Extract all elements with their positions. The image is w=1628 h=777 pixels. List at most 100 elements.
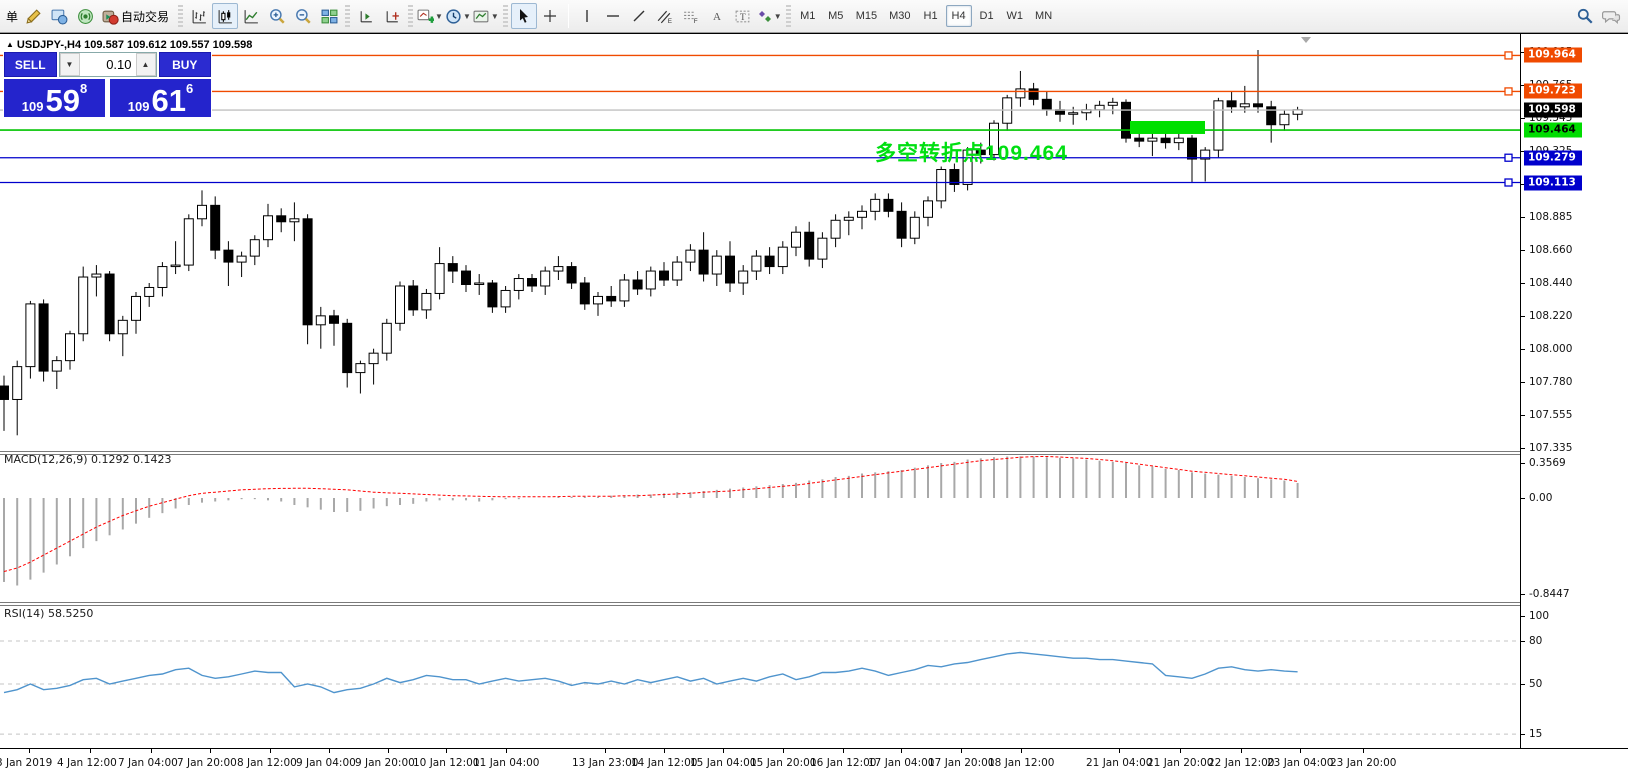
- price-tick-label: 107.780: [1529, 376, 1572, 388]
- bear-candle: [897, 211, 906, 238]
- toolbar-grip[interactable]: [786, 5, 791, 27]
- bull-candle: [118, 320, 127, 333]
- auto-scroll-icon[interactable]: [353, 3, 379, 29]
- line-chart-mode-icon[interactable]: [238, 3, 264, 29]
- bar-chart-mode-icon[interactable]: [186, 3, 212, 29]
- bear-candle: [607, 296, 616, 300]
- macd-zero-label: 0.00: [1529, 492, 1552, 504]
- time-axis[interactable]: 3 Jan 20194 Jan 12:007 Jan 04:007 Jan 20…: [0, 748, 1628, 777]
- tick-mark: [1521, 498, 1525, 499]
- time-tick-mark: [901, 749, 902, 753]
- timeframe-button-M5[interactable]: M5: [823, 5, 849, 27]
- timeframe-toolbar: M1M5M15M30H1H4D1W1MN: [794, 5, 1058, 27]
- toolbar-grip[interactable]: [503, 5, 508, 27]
- timeframe-button-M15[interactable]: M15: [851, 5, 882, 27]
- time-tick-mark: [210, 749, 211, 753]
- bull-candle: [831, 220, 840, 238]
- price-badge: 109.113: [1524, 175, 1582, 190]
- zoom-in-icon[interactable]: [264, 3, 290, 29]
- crosshair-tool-icon[interactable]: [537, 3, 563, 29]
- toolbar-grip[interactable]: [345, 5, 350, 27]
- tick-mark: [1521, 415, 1525, 416]
- bear-candle: [211, 205, 220, 250]
- text-label-tool-icon[interactable]: T: [730, 3, 756, 29]
- dropdown-arrow-icon: ▼: [463, 12, 471, 21]
- timeframe-button-M1[interactable]: M1: [795, 5, 821, 27]
- timeframe-button-M30[interactable]: M30: [884, 5, 915, 27]
- rsi-tick-label: 100: [1529, 610, 1549, 622]
- bear-candle: [805, 232, 814, 259]
- timeframe-button-W1[interactable]: W1: [1002, 5, 1029, 27]
- pane-separator-macd[interactable]: [0, 451, 1628, 455]
- autotrading-button[interactable]: 自动交易: [98, 3, 175, 29]
- fibonacci-tool-icon[interactable]: F: [678, 3, 704, 29]
- price-badge: 109.598: [1524, 103, 1582, 118]
- bull-candle: [712, 256, 721, 274]
- new-order-icon[interactable]: [20, 3, 46, 29]
- chart-shift-marker[interactable]: [1301, 37, 1311, 43]
- toolbar-grip[interactable]: [178, 5, 183, 27]
- time-tick-mark: [388, 749, 389, 753]
- rsi-label: RSI(14) 58.5250: [4, 607, 93, 620]
- volume-increase-button[interactable]: ▲: [136, 53, 156, 76]
- sell-quote[interactable]: 109 59 8: [4, 79, 105, 117]
- bull-candle: [171, 265, 180, 266]
- vertical-line-tool-icon[interactable]: [574, 3, 600, 29]
- indicators-menu-button[interactable]: ▼: [416, 3, 444, 29]
- macd-max-label: 0.3569: [1529, 457, 1566, 469]
- market-watch-icon[interactable]: [46, 3, 72, 29]
- time-tick-mark: [664, 749, 665, 753]
- timeframe-button-D1[interactable]: D1: [974, 5, 1000, 27]
- signals-icon[interactable]: [72, 3, 98, 29]
- toolbar-grip[interactable]: [408, 5, 413, 27]
- pane-separator-rsi[interactable]: [0, 602, 1628, 606]
- cursor-tool-icon[interactable]: [511, 3, 537, 29]
- volume-decrease-button[interactable]: ▼: [60, 53, 80, 76]
- tick-mark: [1521, 616, 1525, 617]
- chat-icon[interactable]: [1598, 3, 1624, 29]
- equidistant-channel-tool-icon[interactable]: E: [652, 3, 678, 29]
- bear-candle: [1135, 138, 1144, 141]
- pivot-annotation-text[interactable]: 多空转折点109.464: [875, 137, 1068, 167]
- timeframe-button-H4[interactable]: H4: [946, 5, 972, 27]
- bear-candle: [1227, 101, 1236, 107]
- volume-input[interactable]: [80, 53, 136, 76]
- timeframe-button-MN[interactable]: MN: [1030, 5, 1057, 27]
- chart-shift-icon[interactable]: [379, 3, 405, 29]
- time-tick-mark: [506, 749, 507, 753]
- time-tick-mark: [843, 749, 844, 753]
- bull-candle: [92, 274, 101, 277]
- tick-mark: [1521, 463, 1525, 464]
- tile-windows-icon[interactable]: [316, 3, 342, 29]
- sell-button[interactable]: SELL: [4, 52, 57, 77]
- buy-button[interactable]: BUY: [159, 52, 212, 77]
- collapse-arrow-icon[interactable]: ▲: [6, 40, 14, 49]
- time-tick-mark: [723, 749, 724, 753]
- text-tool-icon[interactable]: A: [704, 3, 730, 29]
- periods-menu-button[interactable]: ▼: [444, 3, 472, 29]
- buy-price-pip: 6: [186, 81, 193, 96]
- buy-quote[interactable]: 109 61 6: [110, 79, 211, 117]
- new-order-label[interactable]: 单: [6, 8, 18, 25]
- templates-menu-button[interactable]: ▼: [472, 3, 500, 29]
- timeframe-button-H1[interactable]: H1: [918, 5, 944, 27]
- price-scale[interactable]: 109.985109.765109.545109.325109.105108.8…: [1520, 34, 1628, 777]
- time-axis-label: 10 Jan 12:00: [413, 757, 479, 769]
- chart-canvas[interactable]: [0, 34, 1520, 777]
- price-badge: 109.279: [1524, 150, 1582, 165]
- tick-mark: [1521, 382, 1525, 383]
- bull-candle: [290, 219, 299, 222]
- arrows-menu-button[interactable]: ▼: [756, 3, 783, 29]
- bull-candle: [356, 364, 365, 373]
- zoom-out-icon[interactable]: [290, 3, 316, 29]
- time-tick-mark: [1300, 749, 1301, 753]
- time-tick-mark: [1363, 749, 1364, 753]
- time-tick-mark: [270, 749, 271, 753]
- candlestick-mode-icon[interactable]: [212, 3, 238, 29]
- trendline-tool-icon[interactable]: [626, 3, 652, 29]
- bear-candle: [330, 316, 339, 323]
- price-tick-label: 108.220: [1529, 310, 1572, 322]
- bear-candle: [1029, 89, 1038, 99]
- horizontal-line-tool-icon[interactable]: [600, 3, 626, 29]
- search-icon[interactable]: [1572, 3, 1598, 29]
